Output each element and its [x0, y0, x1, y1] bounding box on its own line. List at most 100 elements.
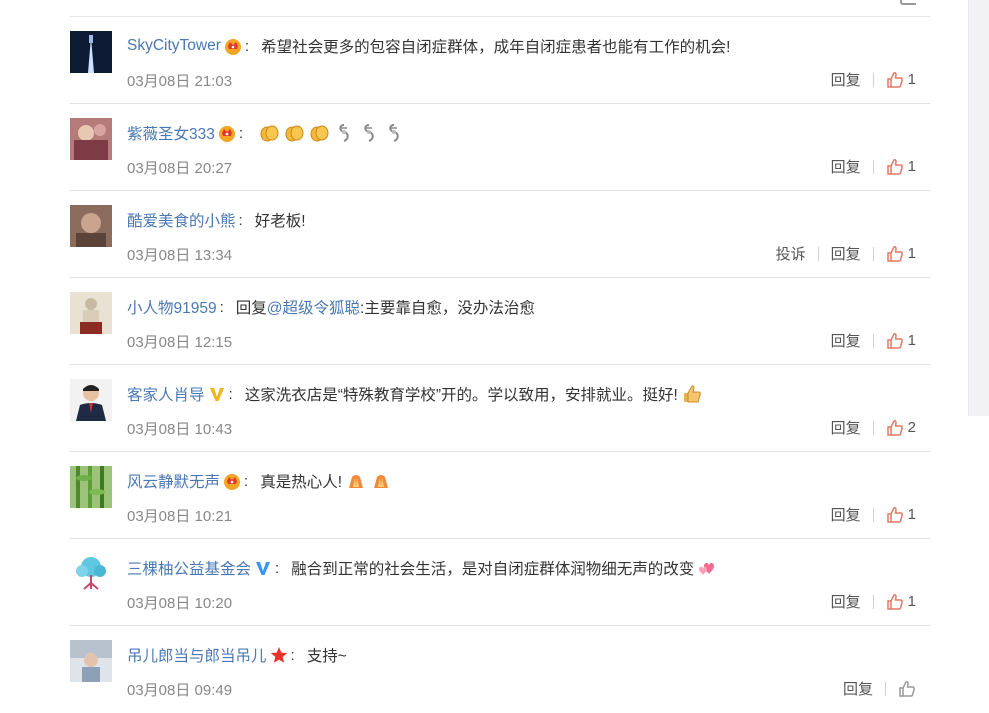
comment-time: 03月08日 10:43	[127, 421, 233, 438]
avatar[interactable]	[70, 31, 112, 73]
comment-item: 风云静默无声: 真是热心人! 03月08日 10:21 回复 1	[70, 452, 930, 539]
comment-text: 支持~	[306, 648, 347, 665]
divider	[872, 72, 874, 87]
comment-actions: 回复 2	[831, 417, 916, 438]
crown-badge-icon	[220, 472, 241, 490]
like-button[interactable]: 2	[886, 419, 916, 437]
comment-actions: 回复 1	[831, 330, 916, 351]
left-margin	[0, 0, 70, 701]
colon-separator: :	[238, 211, 243, 229]
clap-icon	[305, 122, 330, 144]
comment-item: 客家人肖导: 这家洗衣店是“特殊教育学校”开的。学以致用，安排就业。挺好! 03月0…	[70, 365, 930, 452]
comment-time: 03月08日 20:27	[127, 160, 233, 177]
colon-separator: :	[244, 37, 250, 55]
username-link[interactable]: SkyCityTower	[127, 37, 221, 55]
clap-icon	[255, 122, 280, 144]
reply-prefix: 回复	[235, 300, 267, 317]
thumbs-up-icon	[886, 593, 904, 611]
comment-body: 紫薇圣女333:	[127, 121, 405, 145]
divider	[872, 159, 874, 174]
reply-button[interactable]: 回复	[831, 417, 861, 438]
comment-time: 03月08日 10:20	[127, 595, 233, 612]
username-link[interactable]: 吊儿郎当与郎当吊儿	[127, 644, 267, 666]
thumbs-up-icon	[886, 245, 904, 263]
crown-badge-icon	[221, 37, 242, 55]
comment-item: 吊儿郎当与郎当吊儿: 支持~ 03月08日 09:49 回复	[70, 626, 930, 713]
like-count: 1	[907, 593, 916, 610]
like-button[interactable]: 1	[886, 506, 916, 524]
comment-actions: 回复 1	[831, 504, 916, 525]
avatar[interactable]	[70, 553, 112, 595]
verified-v-gold-icon	[205, 385, 226, 403]
mention-link[interactable]: @超级令狐聪	[267, 296, 360, 318]
hearts-icon	[694, 557, 719, 579]
ribbon-icon	[330, 122, 355, 144]
thumbs-up-emoji-icon	[678, 383, 703, 405]
colon-separator: :	[238, 124, 244, 142]
comment-item: 三棵柚公益基金会: 融合到正常的社会生活，是对自闭症群体润物细无声的改变 03月08…	[70, 539, 930, 626]
comment-time: 03月08日 09:49	[127, 682, 233, 699]
avatar[interactable]	[70, 118, 112, 160]
like-count: 1	[907, 158, 916, 175]
like-button[interactable]: 1	[886, 332, 916, 350]
divider	[872, 420, 874, 435]
reply-button[interactable]: 回复	[831, 243, 861, 264]
thumbs-up-icon	[898, 680, 916, 698]
username-link[interactable]: 酷爱美食的小熊	[127, 209, 236, 231]
comment-actions: 投诉 回复 1	[776, 243, 916, 264]
reply-button[interactable]: 回复	[831, 69, 861, 90]
thumbs-up-icon	[886, 332, 904, 350]
colon-separator: :	[275, 559, 280, 577]
divider	[872, 246, 874, 261]
colon-separator: :	[244, 472, 249, 490]
like-count: 1	[907, 332, 916, 349]
comment-item: 酷爱美食的小熊: 好老板! 03月08日 13:34 投诉 回复 1	[70, 191, 930, 278]
thumbs-up-icon	[886, 71, 904, 89]
avatar[interactable]	[70, 640, 112, 682]
report-button[interactable]: 投诉	[776, 243, 806, 264]
comment-text: 好老板!	[254, 213, 306, 230]
username-link[interactable]: 小人物91959	[127, 296, 217, 318]
reply-button[interactable]: 回复	[843, 678, 873, 699]
like-count: 2	[907, 419, 916, 436]
comment-item: SkyCityTower: 希望社会更多的包容自闭症群体，成年自闭症患者也能有工作…	[70, 17, 930, 104]
comment-actions: 回复 1	[831, 591, 916, 612]
avatar[interactable]	[70, 205, 112, 247]
clap-icon	[280, 122, 305, 144]
reply-button[interactable]: 回复	[831, 504, 861, 525]
comment-body: 风云静默无声: 真是热心人!	[127, 469, 392, 493]
username-link[interactable]: 客家人肖导	[127, 383, 205, 405]
colon-separator: :	[290, 646, 295, 664]
username-link[interactable]: 紫薇圣女333	[127, 122, 215, 144]
verified-v-blue-icon	[251, 559, 272, 577]
like-button[interactable]	[898, 680, 916, 698]
avatar[interactable]	[70, 292, 112, 334]
colon-separator: :	[228, 385, 233, 403]
avatar[interactable]	[70, 379, 112, 421]
username-link[interactable]: 三棵柚公益基金会	[127, 557, 251, 579]
avatar[interactable]	[70, 466, 112, 508]
like-button[interactable]: 1	[886, 245, 916, 263]
thumbs-up-icon	[886, 158, 904, 176]
praying-hands-icon	[342, 470, 367, 492]
comment-time: 03月08日 12:15	[127, 334, 233, 351]
comment-text: 真是热心人!	[260, 474, 342, 491]
comment-time: 03月08日 10:21	[127, 508, 233, 525]
divider	[872, 507, 874, 522]
comment-body: SkyCityTower: 希望社会更多的包容自闭症群体，成年自闭症患者也能有工作…	[127, 34, 730, 58]
comment-actions: 回复 1	[831, 69, 916, 90]
colon-separator: :	[219, 298, 224, 316]
ribbon-icon	[380, 122, 405, 144]
like-button[interactable]: 1	[886, 71, 916, 89]
comment-item: 紫薇圣女333: 03月08日 20:27 回复 1	[70, 104, 930, 191]
like-button[interactable]: 1	[886, 593, 916, 611]
comment-body: 吊儿郎当与郎当吊儿: 支持~	[127, 643, 347, 667]
reply-button[interactable]: 回复	[831, 591, 861, 612]
reply-button[interactable]: 回复	[831, 156, 861, 177]
reply-button[interactable]: 回复	[831, 330, 861, 351]
like-button[interactable]: 1	[886, 158, 916, 176]
comment-item: 小人物91959: 回复 @超级令狐聪:主要靠自愈，没办法治愈 03月08日 12:1…	[70, 278, 930, 365]
username-link[interactable]: 风云静默无声	[127, 470, 220, 492]
like-count: 1	[907, 71, 916, 88]
comment-body: 三棵柚公益基金会: 融合到正常的社会生活，是对自闭症群体润物细无声的改变	[127, 556, 719, 580]
